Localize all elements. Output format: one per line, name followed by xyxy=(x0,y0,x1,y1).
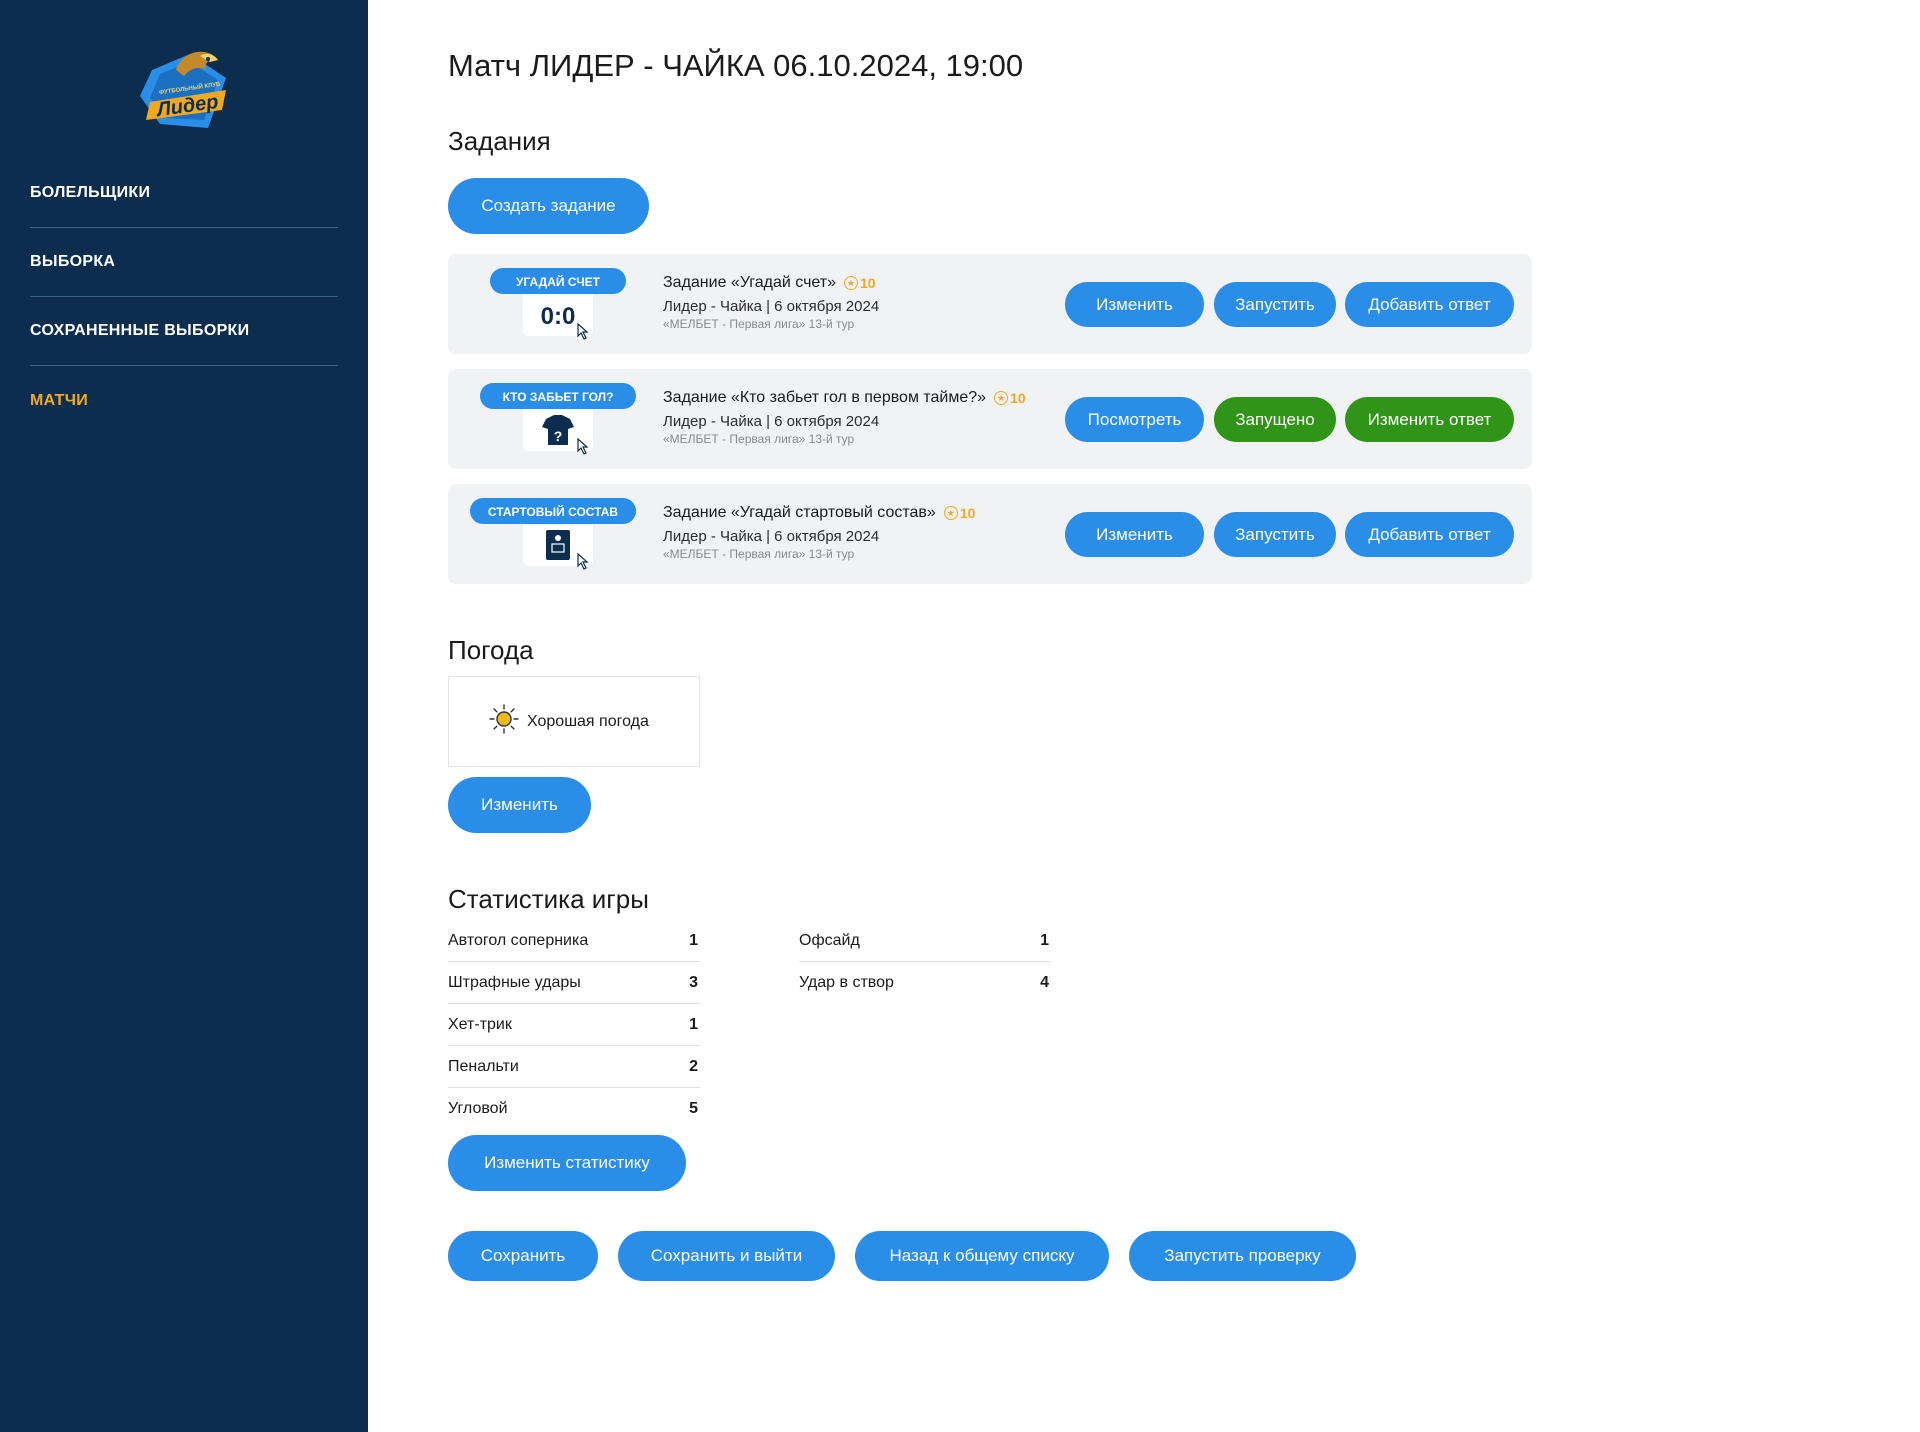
sidebar: Лидер ФУТБОЛЬНЫЙ КЛУБ БОЛЕЛЬЩИКИ ВЫБОРКА… xyxy=(0,0,368,1432)
weather-label: Хорошая погода xyxy=(527,712,649,730)
add-answer-button[interactable]: Добавить ответ xyxy=(1345,282,1514,327)
edit-task-button[interactable]: Изменить xyxy=(1065,512,1204,557)
back-to-list-button[interactable]: Назад к общему списку xyxy=(855,1231,1109,1281)
task-card: УГАДАЙ СЧЕТ 0:0 Задание «Угадай счет» ★ 1… xyxy=(448,254,1532,354)
task-launched-button[interactable]: Запущено xyxy=(1214,397,1336,442)
run-check-button[interactable]: Запустить проверку xyxy=(1129,1231,1356,1281)
sidebar-item-matches[interactable]: МАТЧИ xyxy=(30,366,338,435)
stat-row: Угловой 5 xyxy=(448,1100,698,1117)
save-button[interactable]: Сохранить xyxy=(448,1231,598,1281)
edit-answer-button[interactable]: Изменить ответ xyxy=(1345,397,1514,442)
task-info: Задание «Угадай счет» ★ 10 Лидер - Чайка … xyxy=(663,274,879,331)
task-title: Задание «Угадай счет» xyxy=(663,274,837,291)
launch-task-button[interactable]: Запустить xyxy=(1214,512,1336,557)
sun-icon xyxy=(489,704,519,739)
task-title: Задание «Угадай стартовый состав» xyxy=(663,504,936,521)
task-points: ★ 10 xyxy=(943,505,975,521)
weather-card: Хорошая погода xyxy=(448,676,700,767)
sidebar-item-saved-selections[interactable]: СОХРАНЕННЫЕ ВЫБОРКИ xyxy=(30,297,338,366)
task-card: КТО ЗАБЬЕТ ГОЛ? ? Задание «Кто забьет го… xyxy=(448,369,1532,469)
stats-column-right: Офсайд 1 Удар в створ 4 xyxy=(799,920,1051,1004)
save-and-exit-button[interactable]: Сохранить и выйти xyxy=(618,1231,835,1281)
who-scores-badge-icon: КТО ЗАБЬЕТ ГОЛ? ? xyxy=(468,379,648,459)
task-info: Задание «Угадай стартовый состав» ★ 10 Ли… xyxy=(663,504,975,561)
stat-row: Автогол соперника 1 xyxy=(448,920,700,962)
sidebar-item-selection[interactable]: ВЫБОРКА xyxy=(30,228,338,297)
task-league: «МЕЛБЕТ - Первая лига» 13-й тур xyxy=(663,547,855,561)
club-logo[interactable]: Лидер ФУТБОЛЬНЫЙ КЛУБ xyxy=(130,40,240,140)
task-title: Задание «Кто забьет гол в первом тайме?» xyxy=(663,389,987,406)
task-match: Лидер - Чайка | 6 октября 2024 xyxy=(663,528,880,545)
task-card: СТАРТОВЫЙ СОСТАВ Задание «Угадай стартов… xyxy=(448,484,1532,584)
stat-row: Хет-трик 1 xyxy=(448,1004,700,1046)
stat-row: Удар в створ 4 xyxy=(799,974,1049,991)
edit-weather-button[interactable]: Изменить xyxy=(448,777,591,833)
stat-row: Штрафные удары 3 xyxy=(448,962,700,1004)
stats-column-left: Автогол соперника 1 Штрафные удары 3 Хет-т… xyxy=(448,920,700,1130)
edit-task-button[interactable]: Изменить xyxy=(1065,282,1204,327)
task-league: «МЕЛБЕТ - Первая лига» 13-й тур xyxy=(663,317,855,331)
task-points: ★ 10 xyxy=(844,275,876,291)
star-icon: ★ xyxy=(943,506,958,520)
page-title: Матч ЛИДЕР - ЧАЙКА 06.10.2024, 19:00 xyxy=(448,48,1024,83)
tasks-section-title: Задания xyxy=(448,126,551,156)
svg-text:КТО ЗАБЬЕТ ГОЛ?: КТО ЗАБЬЕТ ГОЛ? xyxy=(503,390,614,404)
star-icon: ★ xyxy=(994,391,1009,405)
view-task-button[interactable]: Посмотреть xyxy=(1065,397,1204,442)
sidebar-item-fans[interactable]: БОЛЕЛЬЩИКИ xyxy=(30,159,338,228)
edit-stats-button[interactable]: Изменить статистику xyxy=(448,1135,686,1191)
task-league: «МЕЛБЕТ - Первая лига» 13-й тур xyxy=(663,432,855,446)
stats-section-title: Статистика игры xyxy=(448,884,649,914)
stat-row: Офсайд 1 xyxy=(799,920,1051,962)
task-match: Лидер - Чайка | 6 октября 2024 xyxy=(663,413,880,430)
task-points: ★ 10 xyxy=(994,390,1026,406)
star-icon: ★ xyxy=(844,276,859,290)
svg-text:?: ? xyxy=(554,428,563,444)
stat-row: Пенальти 2 xyxy=(448,1046,700,1088)
svg-text:УГАДАЙ СЧЕТ: УГАДАЙ СЧЕТ xyxy=(516,274,601,289)
task-info: Задание «Кто забьет гол в первом тайме?»… xyxy=(663,389,1026,446)
task-match: Лидер - Чайка | 6 октября 2024 xyxy=(663,298,880,315)
svg-text:СТАРТОВЫЙ СОСТАВ: СТАРТОВЫЙ СОСТАВ xyxy=(488,504,619,519)
create-task-button[interactable]: Создать задание xyxy=(448,178,649,234)
svg-text:0:0: 0:0 xyxy=(541,303,576,330)
guess-score-badge-icon: УГАДАЙ СЧЕТ 0:0 xyxy=(468,264,648,344)
sidebar-nav: БОЛЕЛЬЩИКИ ВЫБОРКА СОХРАНЕННЫЕ ВЫБОРКИ М… xyxy=(30,159,338,435)
launch-task-button[interactable]: Запустить xyxy=(1214,282,1336,327)
starting-lineup-badge-icon: СТАРТОВЫЙ СОСТАВ xyxy=(468,494,648,574)
weather-section-title: Погода xyxy=(448,635,534,665)
add-answer-button[interactable]: Добавить ответ xyxy=(1345,512,1514,557)
